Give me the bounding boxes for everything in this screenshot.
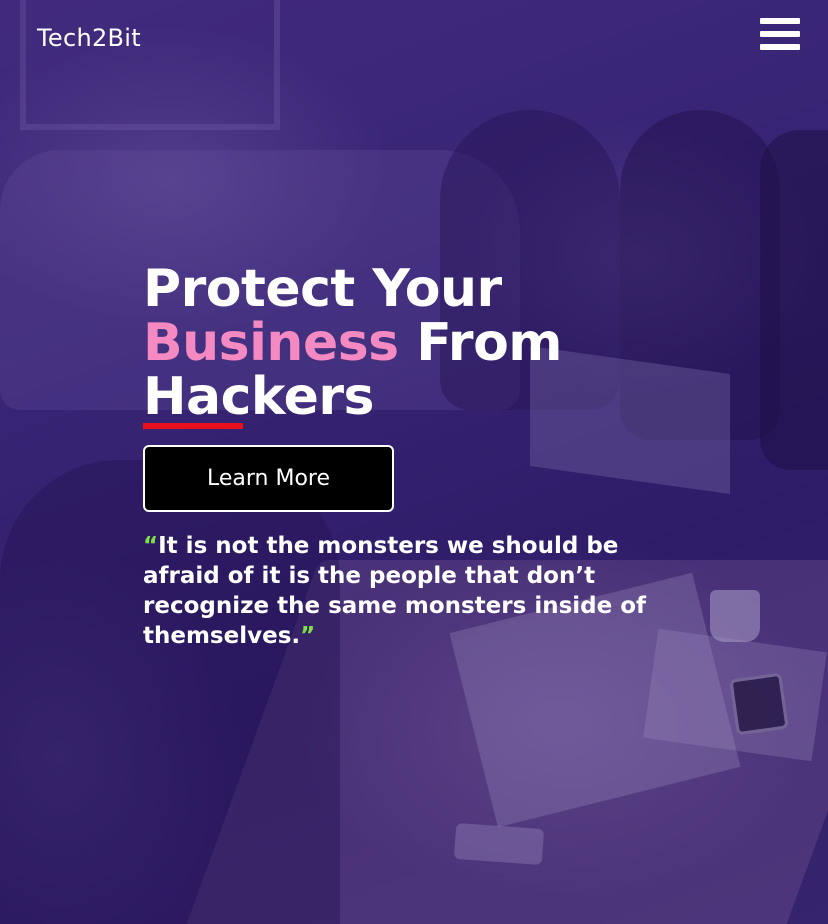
- quote-open-mark: “: [143, 533, 159, 559]
- headline-line-1: Protect Your: [143, 259, 502, 319]
- site-logo[interactable]: Tech2Bit: [37, 24, 141, 52]
- hamburger-menu-icon[interactable]: [760, 18, 800, 52]
- quote-text: It is not the monsters we should be afra…: [143, 533, 647, 649]
- hero-quote: “It is not the monsters we should be afr…: [143, 531, 683, 651]
- learn-more-button[interactable]: Learn More: [143, 445, 394, 512]
- hero-headline: Protect Your Business From Hackers: [143, 262, 743, 424]
- hero-background: [0, 0, 828, 924]
- headline-line-2: Business From: [143, 316, 743, 370]
- purple-overlay: [0, 0, 828, 924]
- headline-line-2-rest: From: [398, 313, 562, 373]
- headline-accent-word: Business: [143, 313, 399, 373]
- quote-close-mark: ”: [300, 623, 316, 649]
- headline-line-3: Hackers: [143, 367, 374, 427]
- headline-underline: [143, 423, 243, 429]
